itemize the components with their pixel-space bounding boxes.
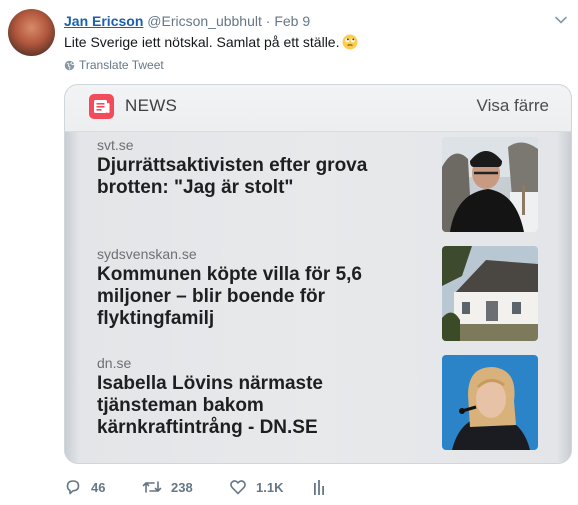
- tweet-actions: 46 238 1.1K: [64, 478, 327, 496]
- news-app-name: NEWS: [125, 96, 178, 115]
- news-item[interactable]: svt.se Djurrättsaktivisten efter grova b…: [65, 137, 571, 237]
- news-item[interactable]: sydsvenskan.se Kommunen köpte villa för …: [65, 246, 571, 346]
- analytics-icon: [314, 480, 324, 495]
- like-count: 1.1K: [256, 479, 284, 495]
- news-card[interactable]: NEWS Visa färre svt.se Djurrättsaktivist…: [64, 84, 572, 464]
- news-item-thumbnail[interactable]: [442, 137, 538, 232]
- news-item-headline[interactable]: Kommunen köpte villa för 5,6 miljoner – …: [97, 264, 397, 330]
- chevron-down-icon[interactable]: [554, 13, 568, 27]
- retweet-icon: [142, 481, 162, 493]
- retweet-count: 238: [171, 479, 193, 495]
- author-handle[interactable]: @Ericson_ubbhult: [147, 13, 262, 29]
- like-button[interactable]: 1.1K: [229, 478, 311, 496]
- news-item-source: sydsvenskan.se: [97, 246, 197, 262]
- translate-tweet-label: Translate Tweet: [79, 58, 164, 72]
- news-item-source: svt.se: [97, 137, 134, 153]
- tweet-text: Lite Sverige iett nötskal. Samlat på ett…: [64, 33, 358, 51]
- news-card-header: NEWS Visa färre: [65, 85, 571, 132]
- reply-button[interactable]: 46: [64, 478, 142, 496]
- reply-count: 46: [91, 479, 106, 495]
- globe-icon: [64, 60, 75, 70]
- heart-icon: [230, 480, 246, 495]
- retweet-button[interactable]: 238: [142, 478, 229, 496]
- news-item-headline[interactable]: Djurrättsaktivisten efter grova brotten:…: [97, 155, 397, 199]
- news-item-source: dn.se: [97, 355, 132, 371]
- news-item[interactable]: dn.se Isabella Lövins närmaste tjänstema…: [65, 355, 571, 455]
- tweet-header: Jan Ericson @Ericson_ubbhult · Feb 9: [64, 12, 310, 30]
- tweet-text-content: Lite Sverige iett nötskal. Samlat på ett…: [64, 34, 340, 50]
- reply-icon: [66, 480, 80, 495]
- header-separator: ·: [265, 13, 271, 29]
- news-item-thumbnail[interactable]: [442, 246, 538, 341]
- news-item-thumbnail[interactable]: [442, 355, 538, 450]
- author-name[interactable]: Jan Ericson: [64, 13, 143, 29]
- tweet-date[interactable]: Feb 9: [274, 13, 310, 29]
- author-avatar[interactable]: [8, 9, 55, 56]
- show-less-button[interactable]: Visa färre: [477, 96, 549, 116]
- face-with-rolling-eyes-emoji-icon: [342, 34, 358, 50]
- news-item-headline[interactable]: Isabella Lövins närmaste tjänsteman bako…: [97, 373, 397, 439]
- apple-news-logo-icon: [89, 94, 114, 119]
- analytics-button[interactable]: [311, 478, 327, 496]
- translate-tweet-link[interactable]: Translate Tweet: [64, 58, 164, 72]
